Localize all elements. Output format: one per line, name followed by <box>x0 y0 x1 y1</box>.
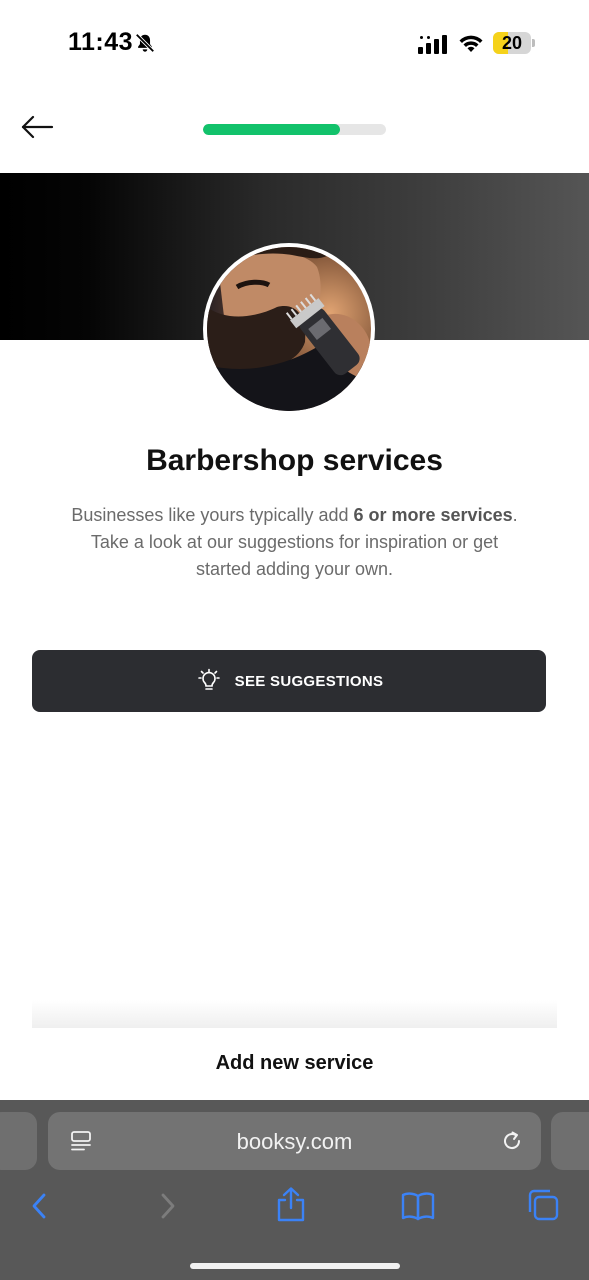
back-icon[interactable] <box>26 1190 54 1222</box>
next-tab-preview[interactable] <box>551 1112 589 1170</box>
forward-icon[interactable] <box>153 1190 181 1222</box>
see-suggestions-label: SEE SUGGESTIONS <box>234 672 384 690</box>
home-indicator <box>190 1263 400 1269</box>
url-text: booksy.com <box>236 1129 353 1154</box>
description-suffix: . <box>512 505 518 525</box>
status-bar: 11:43 20 <box>0 0 589 88</box>
add-new-service-button[interactable]: Add new service <box>0 1052 589 1075</box>
barber-photo <box>207 247 371 411</box>
back-button[interactable] <box>18 110 58 144</box>
bookmarks-icon[interactable] <box>400 1190 436 1222</box>
onboarding-progress-bar <box>203 124 386 135</box>
battery-level: 20 <box>501 33 523 53</box>
screen: 11:43 20 Barbershop services Businesses … <box>0 0 589 1280</box>
description-line2: Take a look at our suggestions for inspi… <box>90 532 499 579</box>
lightbulb-icon <box>197 668 220 690</box>
battery-icon: 20 <box>493 32 531 54</box>
bell-off-icon <box>135 33 155 53</box>
browser-toolbar: booksy.com <box>0 1100 589 1280</box>
description-prefix: Businesses like yours typically add <box>71 505 354 525</box>
wifi-icon <box>459 35 483 52</box>
bottom-fade <box>32 1000 557 1028</box>
reload-icon[interactable] <box>500 1129 524 1153</box>
previous-tab-preview[interactable] <box>0 1112 37 1170</box>
progress-fill <box>203 124 341 135</box>
arrow-left-icon <box>21 115 54 139</box>
cellular-signal-icon <box>418 35 447 54</box>
address-bar[interactable]: booksy.com <box>48 1112 541 1170</box>
hero-image <box>203 243 375 415</box>
status-time: 11:43 <box>68 28 134 56</box>
tabs-icon[interactable] <box>526 1188 560 1222</box>
description-highlight: 6 or more services <box>353 505 513 525</box>
description: Businesses like yours typically add 6 or… <box>70 502 519 583</box>
battery-cap <box>532 39 535 47</box>
share-icon[interactable] <box>275 1186 307 1224</box>
see-suggestions-button[interactable]: SEE SUGGESTIONS <box>32 650 546 712</box>
page-title: Barbershop services <box>146 444 443 477</box>
